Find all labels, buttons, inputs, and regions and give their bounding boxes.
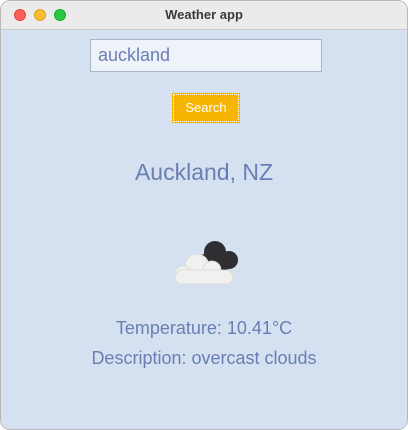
title-bar: Weather app [1, 1, 407, 30]
description-text: Description: overcast clouds [91, 348, 317, 368]
window-title: Weather app [165, 7, 243, 22]
main-content: Search Auckland, NZ Temperature: 10.41°C… [1, 30, 407, 429]
city-search-input[interactable] [90, 39, 322, 72]
search-button[interactable]: Search [172, 93, 240, 123]
temperature-text: Temperature: 10.41°C [115, 318, 293, 338]
app-window: Weather app Search Auckland, NZ Temperat… [0, 0, 408, 430]
overcast-clouds-icon [174, 241, 238, 285]
city-name: Auckland, NZ [134, 159, 274, 185]
